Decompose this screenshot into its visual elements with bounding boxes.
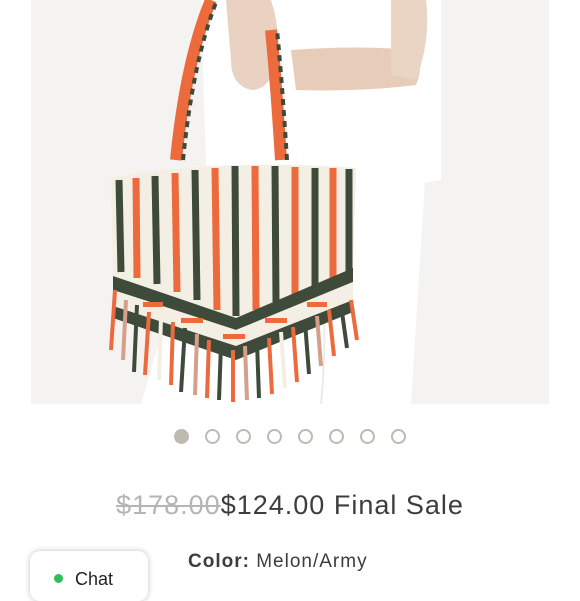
carousel-pagination <box>0 425 580 447</box>
online-status-icon <box>54 574 63 583</box>
tote-bag-photo <box>31 0 549 404</box>
carousel-dot-2[interactable] <box>205 428 220 444</box>
color-label: Color: <box>188 551 250 572</box>
carousel-dot-3[interactable] <box>236 428 251 444</box>
color-value: Melon/Army <box>256 551 368 572</box>
product-image[interactable] <box>31 0 549 404</box>
price-row: $178.00$124.00 Final Sale <box>0 490 580 521</box>
current-price: $124.00 <box>220 490 326 520</box>
carousel-dot-4[interactable] <box>267 428 282 444</box>
chat-button[interactable]: Chat <box>30 551 148 601</box>
carousel-dot-1[interactable] <box>174 428 189 444</box>
carousel-dot-8[interactable] <box>391 428 406 444</box>
carousel-dot-7[interactable] <box>360 428 375 444</box>
carousel-dot-5[interactable] <box>298 428 313 444</box>
color-info: Color: Melon/Army <box>188 551 368 573</box>
original-price: $178.00 <box>116 490 221 520</box>
carousel-dot-6[interactable] <box>329 428 344 444</box>
sale-label: Final Sale <box>333 490 464 520</box>
